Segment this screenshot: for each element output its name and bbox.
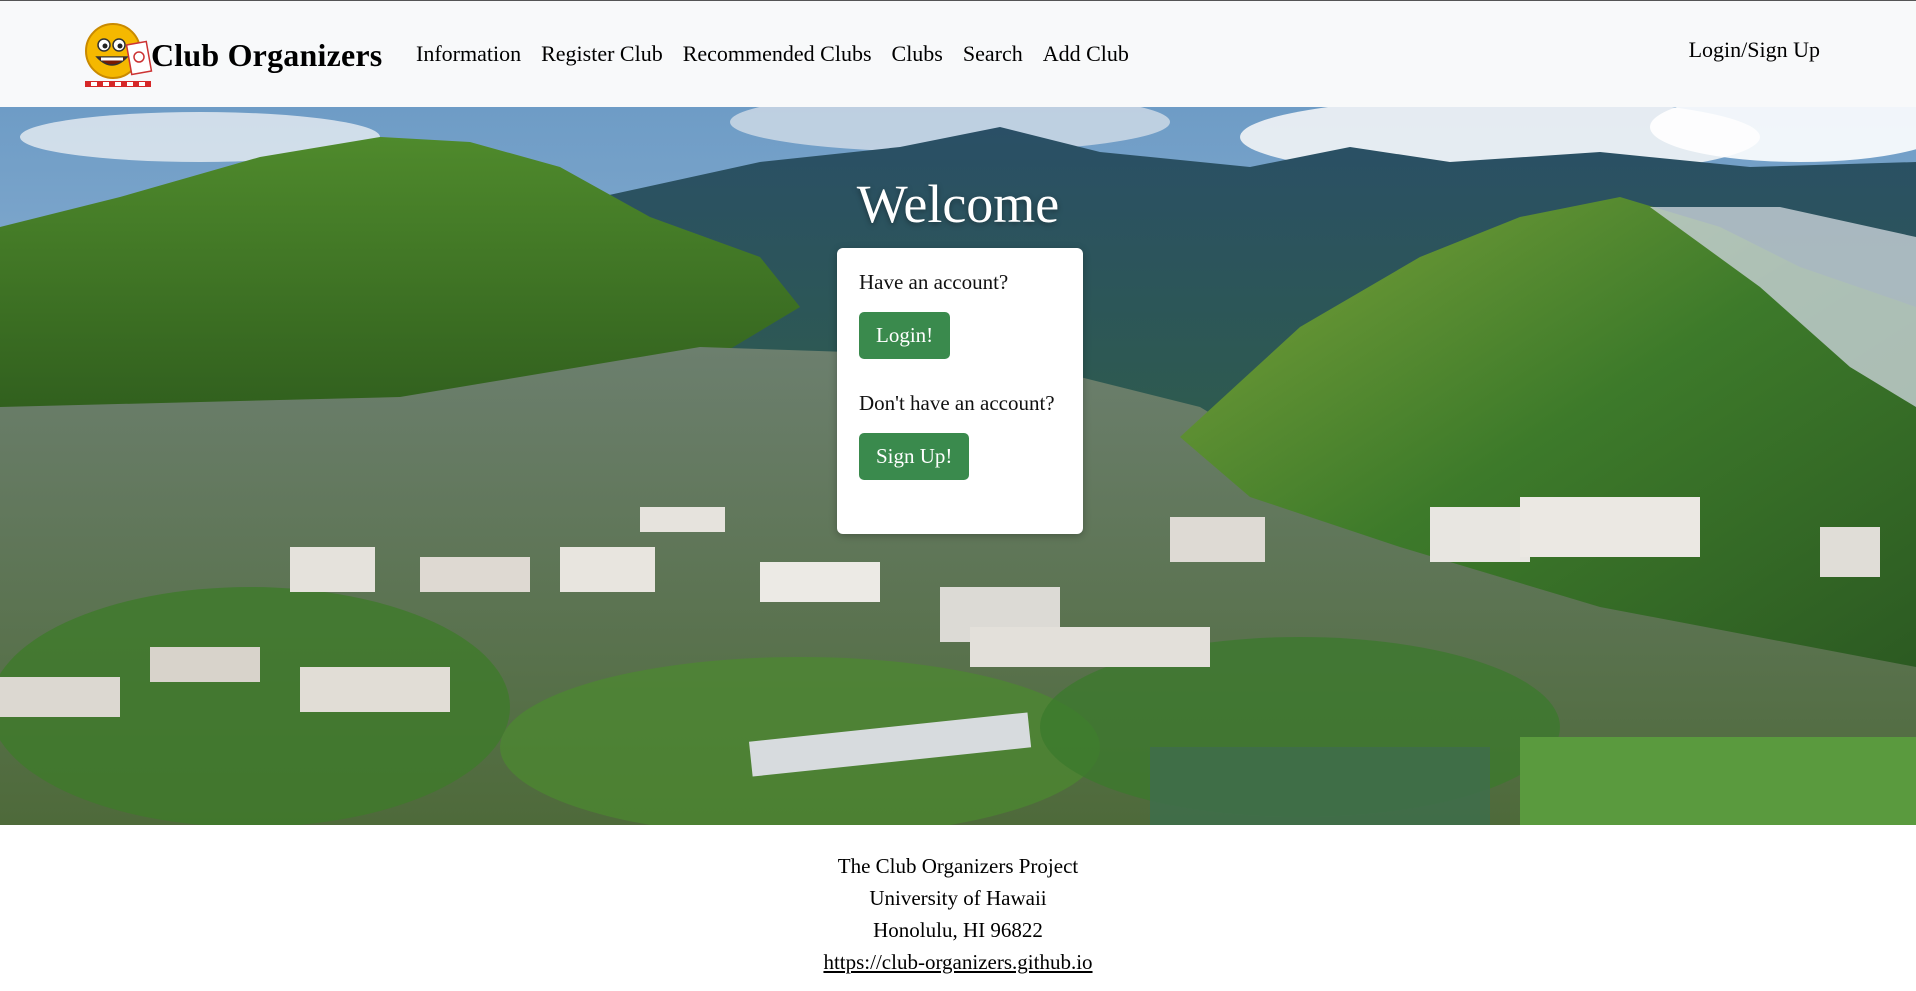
no-account-text: Don't have an account? <box>859 391 1055 415</box>
footer: The Club Organizers Project University o… <box>0 850 1916 978</box>
hero-section: Welcome Have an account? Login! Don't ha… <box>0 107 1916 825</box>
smiley-logo-icon <box>83 21 155 89</box>
auth-card: Have an account? Login! Don't have an ac… <box>837 248 1083 534</box>
navbar: Club Organizers Information Register Clu… <box>0 0 1916 107</box>
nav-link-register-club[interactable]: Register Club <box>531 37 673 71</box>
welcome-title: Welcome <box>856 174 1060 234</box>
nav-right: Login/Sign Up <box>1679 37 1830 63</box>
nav-link-information[interactable]: Information <box>406 37 531 71</box>
brand-link[interactable]: Club Organizers <box>83 21 382 89</box>
nav-links: Information Register Club Recommended Cl… <box>406 37 1139 71</box>
nav-link-add-club[interactable]: Add Club <box>1033 37 1139 71</box>
login-signup-link[interactable]: Login/Sign Up <box>1679 33 1830 66</box>
nav-link-clubs[interactable]: Clubs <box>882 37 953 71</box>
footer-website-link[interactable]: https://club-organizers.github.io <box>823 950 1092 974</box>
nav-link-recommended-clubs[interactable]: Recommended Clubs <box>673 37 882 71</box>
page: Club Organizers Information Register Clu… <box>0 0 1916 991</box>
brand-name: Club Organizers <box>151 36 383 73</box>
login-button[interactable]: Login! <box>859 312 951 359</box>
nav-link-search[interactable]: Search <box>953 37 1033 71</box>
footer-university: University of Hawaii <box>869 886 1047 910</box>
signup-button[interactable]: Sign Up! <box>859 433 970 480</box>
footer-address: Honolulu, HI 96822 <box>873 918 1043 942</box>
have-account-text: Have an account? <box>859 270 1009 294</box>
footer-project-name: The Club Organizers Project <box>837 854 1079 878</box>
